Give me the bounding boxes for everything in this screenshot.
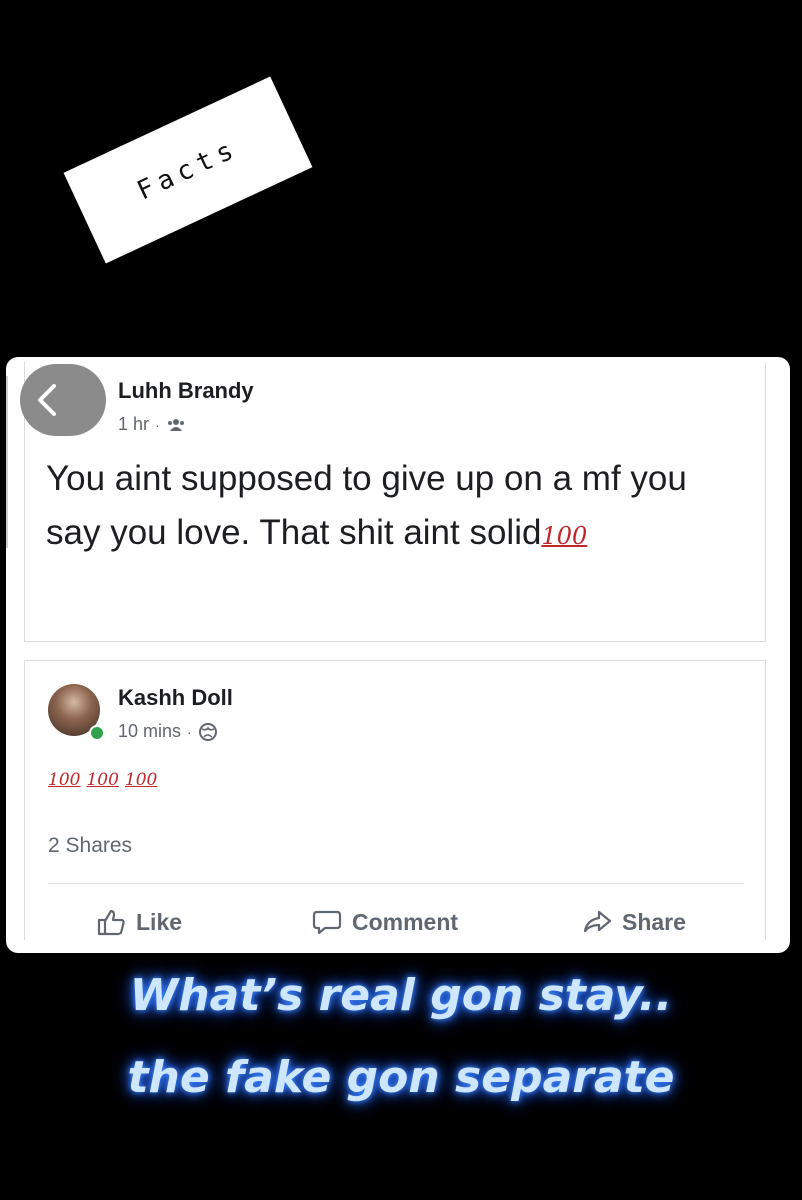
shares-count[interactable]: 2 Shares — [48, 834, 132, 858]
post-author[interactable]: Kashh Doll — [118, 685, 233, 711]
sticker-text: Facts — [132, 133, 244, 207]
post-meta: 10 mins · — [118, 721, 218, 742]
meta-separator: · — [187, 723, 192, 740]
online-status-dot — [89, 725, 105, 741]
facts-sticker: Facts — [63, 76, 313, 264]
share-arrow-icon — [583, 910, 612, 933]
shared-post-time[interactable]: 1 hr — [118, 414, 149, 435]
share-label: Share — [622, 908, 686, 935]
actions-divider — [48, 883, 744, 884]
caption-line-1: What’s real gon stay.. — [129, 970, 673, 1021]
chevron-left-icon — [38, 384, 56, 416]
comment-icon — [312, 910, 342, 935]
hundred-points-emoji: 100 — [124, 770, 158, 790]
hundred-points-emoji: 100 — [541, 522, 588, 550]
like-button[interactable]: Like — [96, 902, 182, 942]
comment-button[interactable]: Comment — [312, 902, 458, 942]
comment-label: Comment — [352, 908, 459, 935]
thumbs-up-icon — [97, 909, 125, 936]
share-button[interactable]: Share — [582, 902, 686, 942]
hundred-points-emoji: 100 — [48, 770, 81, 790]
shared-post-body: You aint supposed to give up on a mf you… — [46, 459, 687, 552]
friends-icon — [167, 418, 184, 431]
card-edge-line — [6, 376, 8, 548]
globe-icon — [198, 722, 217, 741]
post-time[interactable]: 10 mins — [118, 721, 181, 742]
hundred-points-emoji: 100 — [86, 770, 119, 790]
post-emojis: 100 100 100 — [48, 770, 157, 790]
shared-post-text: You aint supposed to give up on a mf you… — [46, 452, 736, 563]
shared-post-meta: 1 hr · — [118, 414, 186, 435]
like-label: Like — [136, 908, 183, 935]
meta-separator: · — [155, 416, 160, 433]
back-button[interactable] — [20, 364, 106, 436]
caption-line-2: the fake gon separate — [127, 1052, 675, 1103]
shared-post-author[interactable]: Luhh Brandy — [118, 378, 254, 404]
